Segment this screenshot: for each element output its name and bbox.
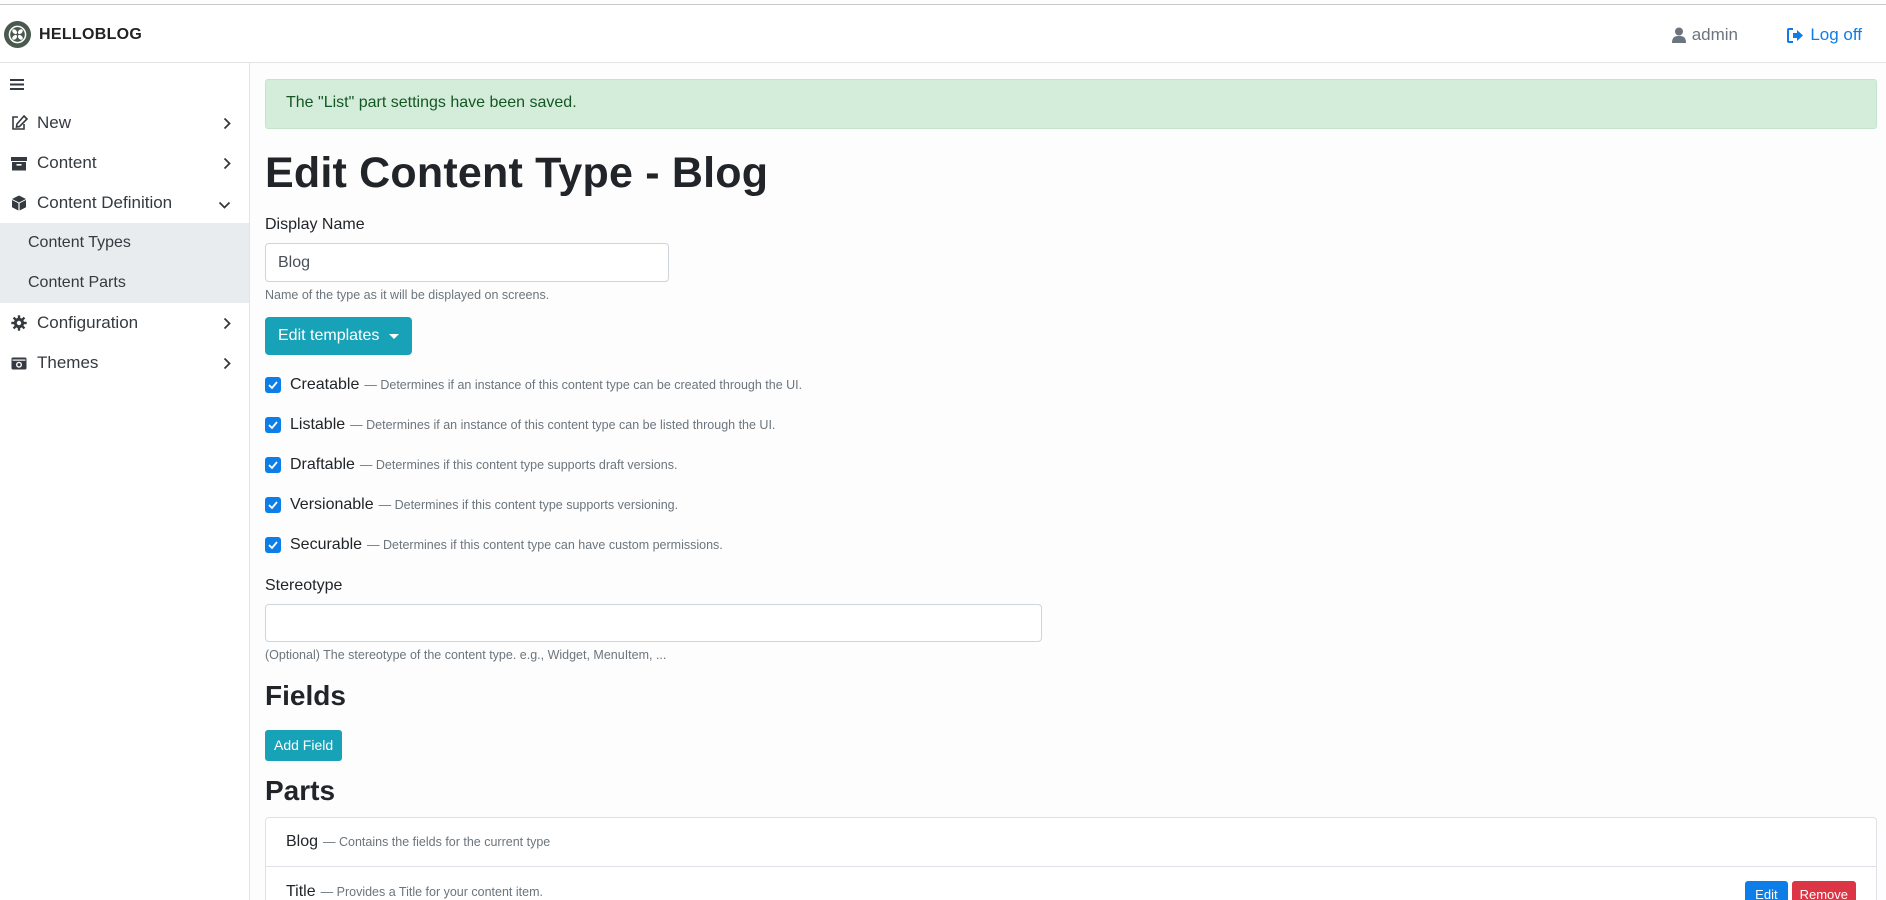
option-description: — Determines if this content type can ha… [367, 538, 723, 552]
option-description: — Determines if an instance of this cont… [364, 378, 803, 392]
chevron-right-icon [223, 355, 231, 375]
sidebar-item-content-parts[interactable]: Content Parts [0, 263, 249, 303]
sidebar-item-themes[interactable]: Themes [0, 343, 249, 383]
option-label: Draftable [290, 456, 355, 473]
versionable-checkbox[interactable] [265, 497, 281, 513]
option-versionable: Versionable — Determines if this content… [265, 485, 1877, 525]
chevron-right-icon [223, 315, 231, 335]
check-icon [268, 381, 278, 389]
edit-templates-button[interactable]: Edit templates [265, 317, 413, 355]
sidebar-menu: New Content Content Definition Content T… [0, 103, 249, 383]
brand-name: HELLOBLOG [39, 25, 143, 43]
camera-retro-icon [10, 356, 28, 370]
option-creatable: Creatable — Determines if an instance of… [265, 365, 1877, 405]
sidebar-item-new[interactable]: New [0, 103, 249, 143]
sidebar-item-label: Themes [37, 353, 99, 372]
top-navbar: HELLOBLOG admin Log off [0, 5, 1886, 63]
option-description: — Determines if this content type suppor… [359, 458, 678, 472]
parts-heading: Parts [265, 775, 336, 806]
chevron-right-icon [223, 155, 231, 175]
parts-list: Blog — Contains the fields for the curre… [265, 817, 1877, 900]
check-icon [268, 461, 278, 469]
display-name-hint: Name of the type as it will be displayed… [265, 288, 550, 302]
remove-part-button[interactable]: Remove [1791, 881, 1856, 900]
sidebar-item-label: New [37, 113, 72, 132]
logoff-label: Log off [1810, 25, 1862, 44]
sidebar-item-configuration[interactable]: Configuration [0, 303, 249, 343]
option-label: Securable [290, 536, 363, 553]
sidebar-item-label: Configuration [37, 313, 139, 332]
main-content: The "List" part settings have been saved… [265, 79, 1877, 900]
success-alert: The "List" part settings have been saved… [265, 79, 1877, 129]
option-label: Versionable [290, 496, 374, 513]
hamburger-menu-icon[interactable] [10, 78, 24, 96]
alert-message: The "List" part settings have been saved… [286, 94, 577, 111]
part-description: — Contains the fields for the current ty… [323, 835, 551, 849]
fields-heading: Fields [265, 680, 346, 711]
option-listable: Listable — Determines if an instance of … [265, 405, 1877, 445]
content-definition-submenu: Content Types Content Parts [0, 223, 249, 303]
sidebar: New Content Content Definition Content T… [0, 63, 250, 900]
sidebar-item-content-types[interactable]: Content Types [0, 223, 249, 263]
type-options: Creatable — Determines if an instance of… [265, 365, 1877, 565]
check-icon [268, 421, 278, 429]
archive-icon [10, 156, 28, 171]
logoff-link[interactable]: Log off [1787, 25, 1862, 45]
option-securable: Securable — Determines if this content t… [265, 525, 1877, 565]
user-name: admin [1691, 25, 1738, 44]
caret-down-icon [389, 333, 400, 339]
sidebar-item-label: Content Parts [28, 274, 126, 291]
draftable-checkbox[interactable] [265, 457, 281, 473]
edit-templates-label: Edit templates [278, 327, 380, 344]
gear-icon [10, 315, 28, 331]
cube-icon [10, 195, 28, 211]
list-item: Title — Provides a Title for your conten… [266, 867, 1876, 900]
sign-out-icon [1787, 27, 1804, 43]
user-menu[interactable]: admin [1671, 25, 1738, 45]
sidebar-item-label: Content [37, 153, 97, 172]
stereotype-hint: (Optional) The stereotype of the content… [265, 648, 667, 662]
part-name: Title [286, 882, 316, 900]
check-icon [268, 541, 278, 549]
option-draftable: Draftable — Determines if this content t… [265, 445, 1877, 485]
list-item: Blog — Contains the fields for the curre… [266, 818, 1876, 867]
sidebar-item-label: Content Definition [37, 193, 173, 212]
sidebar-item-content-definition[interactable]: Content Definition [0, 183, 249, 223]
part-description: — Provides a Title for your content item… [320, 884, 543, 899]
edit-icon [10, 115, 28, 131]
add-field-button[interactable]: Add Field [265, 730, 343, 761]
stereotype-label: Stereotype [265, 577, 343, 594]
display-name-label: Display Name [265, 216, 365, 233]
creatable-checkbox[interactable] [265, 377, 281, 393]
check-icon [268, 501, 278, 509]
edit-part-button[interactable]: Edit [1745, 881, 1788, 900]
chevron-right-icon [223, 115, 231, 135]
part-name: Blog [286, 833, 319, 850]
brand[interactable]: HELLOBLOG [4, 21, 142, 48]
user-icon [1671, 27, 1686, 43]
securable-checkbox[interactable] [265, 537, 281, 553]
listable-checkbox[interactable] [265, 417, 281, 433]
option-description: — Determines if this content type suppor… [378, 498, 679, 512]
option-description: — Determines if an instance of this cont… [350, 418, 776, 432]
sidebar-item-content[interactable]: Content [0, 143, 249, 183]
stereotype-input[interactable] [265, 604, 1042, 642]
option-label: Listable [290, 416, 346, 433]
option-label: Creatable [290, 376, 360, 393]
sidebar-item-label: Content Types [28, 234, 131, 251]
orchard-logo-icon [4, 21, 31, 48]
page-title: Edit Content Type - Blog [265, 149, 769, 197]
display-name-input[interactable] [265, 243, 669, 282]
part-actions: Edit Remove [1745, 881, 1856, 900]
chevron-down-icon [218, 195, 231, 215]
